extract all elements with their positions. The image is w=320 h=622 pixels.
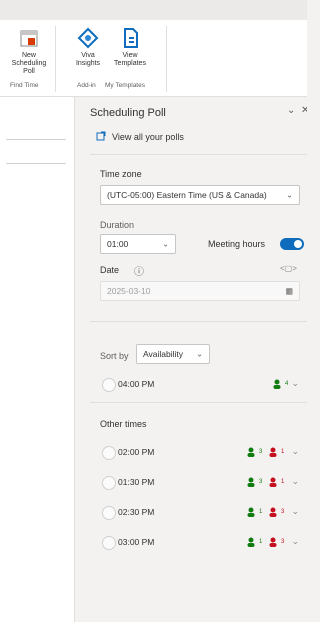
scheduling-poll-panel: Scheduling Poll ⌄ ✕ View all your polls … — [90, 97, 307, 622]
expand-chevron-icon[interactable]: ⌄ — [291, 446, 299, 457]
collapse-icon[interactable]: ⌄ — [287, 105, 295, 116]
new-scheduling-poll-button[interactable]: New Scheduling Poll — [6, 26, 52, 76]
attendee-available-icon — [247, 507, 255, 517]
left-pane — [0, 97, 75, 622]
time-label: 02:30 PM — [118, 507, 155, 517]
time-option[interactable]: 02:00 PM 3 1 ⌄ — [90, 441, 307, 465]
radio-button[interactable] — [102, 506, 116, 520]
radio-button[interactable] — [102, 536, 116, 550]
chevron-down-icon: ⌄ — [286, 190, 293, 200]
attendee-available-icon — [247, 477, 255, 487]
view-all-polls-label: View all your polls — [112, 132, 184, 142]
date-label: Date — [100, 265, 120, 275]
time-label: 01:30 PM — [118, 477, 155, 487]
calendar-icon: ▦ — [285, 286, 293, 296]
info-icon[interactable]: ⓘ — [134, 263, 144, 278]
attendee-available-icon — [247, 447, 255, 457]
meeting-hours-toggle[interactable] — [280, 238, 304, 250]
sort-by-label: Sort by — [100, 351, 129, 361]
conflict-count: 3 — [268, 536, 284, 548]
sort-by-value: Availability — [143, 349, 184, 359]
radio-button[interactable] — [102, 378, 116, 392]
expand-chevron-icon[interactable]: ⌄ — [291, 476, 299, 487]
timezone-label: Time zone — [100, 169, 142, 179]
time-option[interactable]: 04:00 PM 4 ⌄ — [90, 373, 307, 397]
time-option[interactable]: 02:30 PM 1 3 ⌄ — [90, 501, 307, 525]
duration-value: 01:00 — [107, 239, 129, 249]
expand-chevron-icon[interactable]: ⌄ — [291, 506, 299, 517]
new-scheduling-poll-label: New Scheduling Poll — [11, 52, 47, 75]
available-count: 3 — [246, 446, 262, 458]
time-option[interactable]: 03:00 PM 1 3 ⌄ — [90, 531, 307, 555]
meeting-hours-label: Meeting hours — [208, 239, 266, 249]
available-count: 1 — [246, 536, 262, 548]
date-nav-icon[interactable]: <▢> — [280, 264, 297, 273]
conflict-count: 1 — [268, 476, 284, 488]
available-count: 4 — [272, 378, 288, 390]
date-value: 2025-03-10 — [107, 286, 151, 296]
expand-chevron-icon[interactable]: ⌄ — [291, 378, 299, 389]
viva-insights-icon — [76, 26, 100, 50]
radio-button[interactable] — [102, 446, 116, 460]
group-add-in: Add-in — [77, 82, 96, 89]
calendar-icon — [17, 26, 41, 50]
attendee-available-icon — [273, 379, 281, 389]
attendee-conflict-icon — [269, 477, 277, 487]
attendee-available-icon — [247, 537, 255, 547]
other-times-label: Other times — [100, 419, 147, 429]
group-find-time: Find Time — [10, 82, 39, 89]
expand-chevron-icon[interactable]: ⌄ — [291, 536, 299, 547]
viva-insights-label: Viva Insights — [75, 52, 101, 67]
ribbon: New Scheduling Poll Find Time Viva Insig… — [0, 20, 307, 97]
conflict-count: 3 — [268, 506, 284, 518]
conflict-count: 1 — [268, 446, 284, 458]
time-label: 02:00 PM — [118, 447, 155, 457]
chevron-down-icon: ⌄ — [196, 349, 203, 359]
close-icon[interactable]: ✕ — [301, 105, 307, 116]
view-templates-button[interactable]: View Templates — [110, 26, 150, 68]
available-count: 3 — [246, 476, 262, 488]
open-external-icon — [96, 131, 106, 143]
timezone-select[interactable]: (UTC-05:00) Eastern Time (US & Canada) ⌄ — [100, 185, 300, 205]
viva-insights-button[interactable]: Viva Insights — [72, 26, 104, 68]
chevron-down-icon: ⌄ — [162, 239, 169, 249]
sort-by-select[interactable]: Availability ⌄ — [136, 344, 210, 364]
time-label: 04:00 PM — [118, 379, 155, 389]
duration-label: Duration — [100, 220, 135, 230]
attendee-conflict-icon — [269, 537, 277, 547]
date-field: 2025-03-10 ▦ — [100, 281, 300, 301]
timezone-value: (UTC-05:00) Eastern Time (US & Canada) — [107, 190, 267, 200]
duration-select[interactable]: 01:00 ⌄ — [100, 234, 176, 254]
view-all-polls-link[interactable]: View all your polls — [96, 131, 184, 143]
title-bar — [0, 0, 307, 21]
attendee-conflict-icon — [269, 507, 277, 517]
view-templates-label: View Templates — [114, 52, 146, 67]
time-label: 03:00 PM — [118, 537, 155, 547]
available-count: 1 — [246, 506, 262, 518]
group-my-templates: My Templates — [105, 82, 145, 89]
attendee-conflict-icon — [269, 447, 277, 457]
radio-button[interactable] — [102, 476, 116, 490]
time-option[interactable]: 01:30 PM 3 1 ⌄ — [90, 471, 307, 495]
document-template-icon — [118, 26, 142, 50]
panel-title: Scheduling Poll — [90, 107, 166, 119]
